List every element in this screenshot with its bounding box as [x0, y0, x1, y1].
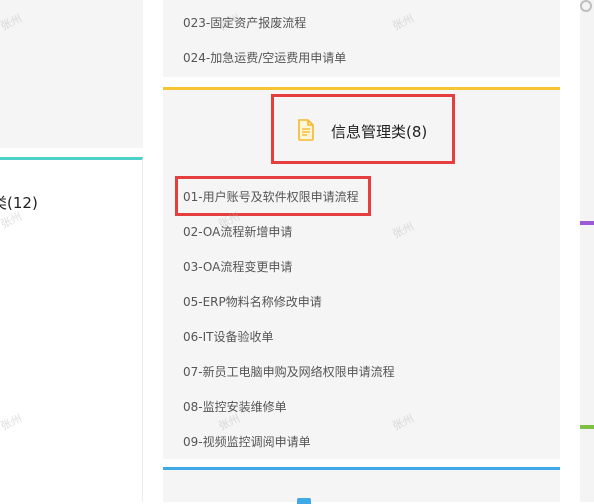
document-icon [298, 119, 314, 141]
card-title: 信息管理类(8) [331, 123, 428, 141]
list-item[interactable]: 07-新员工电脑申购及网络权限申请流程 [183, 363, 395, 380]
category-accent-bar [580, 425, 594, 429]
left-card-top [0, 0, 143, 148]
info-management-card: 信息管理类(8) 01-用户账号及软件权限申请流程 02-OA流程新增申请 03… [163, 87, 560, 459]
list-item[interactable]: 03-OA流程变更申请 [183, 258, 292, 275]
next-card-icon [297, 498, 311, 504]
right-column-edge [580, 0, 594, 502]
list-item[interactable]: 05-ERP物料名称修改申请 [183, 293, 322, 310]
circle-icon [580, 0, 592, 12]
next-category-card [163, 467, 560, 504]
prev-category-card: 023-固定资产报废流程 024-加急运费/空运费用申请单 [163, 0, 560, 77]
list-item-user-account[interactable]: 01-用户账号及软件权限申请流程 [183, 188, 359, 205]
list-item[interactable]: 02-OA流程新增申请 [183, 223, 292, 240]
left-category-card: 类(12) [0, 157, 143, 502]
list-item[interactable]: 06-IT设备验收单 [183, 328, 273, 345]
list-item[interactable]: 023-固定资产报废流程 [183, 14, 306, 31]
list-item[interactable]: 08-监控安装维修单 [183, 398, 287, 415]
category-accent-bar [580, 221, 594, 225]
card-header[interactable]: 信息管理类(8) [271, 94, 455, 164]
list-item[interactable]: 024-加急运费/空运费用申请单 [183, 49, 346, 66]
left-card-title[interactable]: 类(12) [0, 192, 38, 213]
list-item[interactable]: 09-视频监控调阅申请单 [183, 433, 311, 450]
